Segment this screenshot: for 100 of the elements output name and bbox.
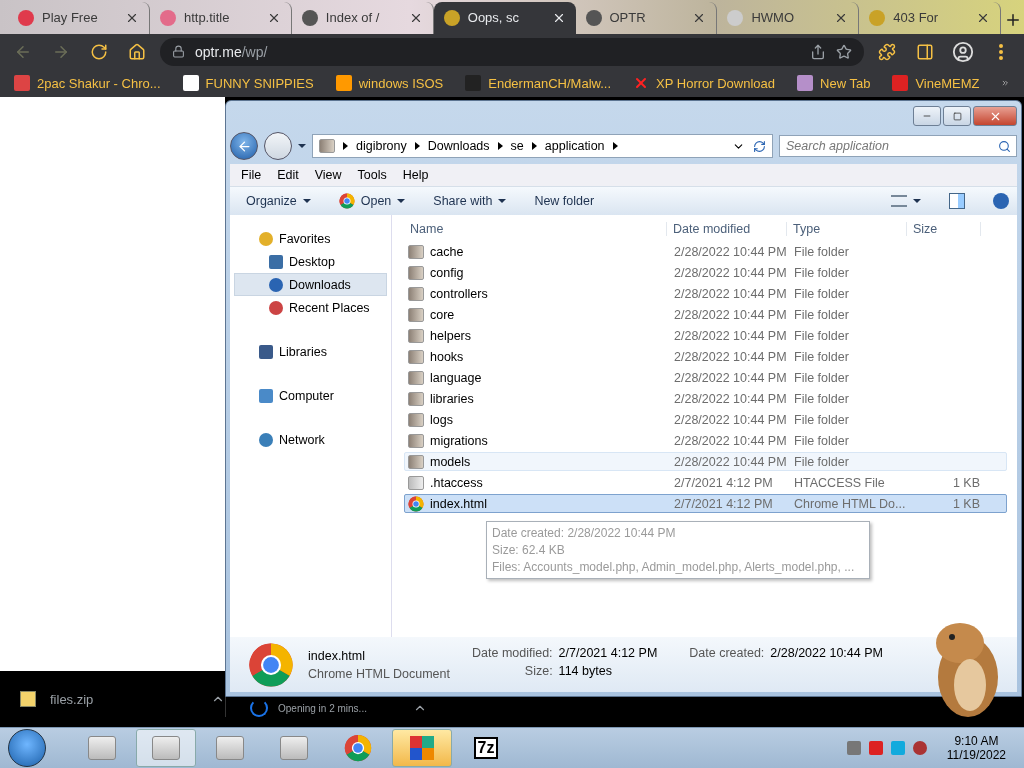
folder-icon [408, 244, 424, 259]
date-cell-text: 2/28/2022 10:44 PM [673, 307, 788, 322]
nav-item[interactable]: Recent Places [234, 296, 387, 319]
nav-item[interactable]: Network [234, 428, 387, 451]
browser-tab[interactable]: Play Free [8, 1, 150, 34]
breadcrumb-item[interactable]: application [544, 139, 605, 153]
file-name: config [430, 265, 464, 280]
browser-tab[interactable]: Index of / [291, 1, 434, 34]
bookmark-link[interactable]: New Tab [797, 75, 871, 92]
file-row[interactable]: language 2/28/2022 10:44 PM File folder [404, 368, 1007, 387]
menu-item[interactable]: Help [395, 168, 436, 182]
close-button[interactable] [973, 106, 1017, 126]
arrow-icon[interactable] [343, 142, 348, 150]
toolbar-button[interactable]: New folder [526, 194, 603, 208]
detail-value: 2/28/2022 10:44 PM [770, 646, 883, 660]
maximize-button[interactable] [943, 106, 971, 126]
file-row[interactable]: cache 2/28/2022 10:44 PM File folder [404, 242, 1007, 261]
start-button[interactable] [8, 729, 46, 768]
file-row[interactable]: controllers 2/28/2022 10:44 PM File folder [404, 284, 1007, 303]
browser-tab[interactable]: OPTR [575, 1, 718, 34]
browser-tab[interactable]: 403 For [859, 1, 1002, 34]
menu-item[interactable]: File [234, 168, 269, 182]
nav-item[interactable]: Computer [234, 384, 387, 407]
bookmark-link[interactable]: windows ISOS [335, 75, 444, 92]
browser-tab[interactable]: Oops, sc [433, 1, 576, 34]
bookmark-icon [797, 75, 814, 92]
nav-item[interactable]: Favorites [234, 227, 387, 250]
caret-icon [397, 199, 406, 203]
column-header[interactable]: Size [907, 221, 981, 236]
file-row[interactable]: config 2/28/2022 10:44 PM File folder [404, 263, 1007, 282]
arrow-icon[interactable] [531, 142, 537, 150]
column-header[interactable]: Name [404, 221, 667, 236]
browser-tab[interactable]: http.title [149, 1, 292, 34]
menu-icon [999, 43, 1003, 60]
file-row[interactable]: hooks 2/28/2022 10:44 PM File folder [404, 347, 1007, 366]
download-name[interactable]: files.zip [50, 691, 197, 707]
taskbar-button[interactable] [392, 729, 452, 768]
search-field[interactable]: Search application [779, 135, 1017, 157]
arrow-icon[interactable] [414, 142, 420, 150]
breadcrumb-item[interactable]: digibrony [356, 139, 407, 153]
type-cell-text: File folder [793, 328, 850, 343]
minimize-button[interactable] [913, 106, 941, 126]
archiver-logo: 7z [473, 737, 499, 760]
browser-tab[interactable]: HWMO [717, 1, 860, 34]
file-name: controllers [430, 286, 488, 301]
clock[interactable]: 9:10 AM 11/19/2022 [946, 734, 1016, 763]
menu-item[interactable]: View [307, 168, 349, 182]
lock-icon [172, 45, 185, 59]
menu-item[interactable]: Edit [270, 168, 306, 182]
bookmark-link[interactable]: XP Horror Download [633, 75, 776, 92]
file-row[interactable]: logs 2/28/2022 10:44 PM File folder [404, 410, 1007, 429]
address-bar[interactable]: optr.me/wp/ [160, 37, 864, 66]
type-cell-text: Chrome HTML Do... [793, 496, 907, 511]
folder-icon [408, 286, 424, 301]
breadcrumb-item[interactable]: Downloads [427, 139, 490, 153]
arrow-icon[interactable] [612, 142, 618, 150]
tooltip-line: Size: 62.4 KB [492, 543, 566, 557]
taskbar-button[interactable]: 7z [456, 729, 516, 768]
file-name: index.html [430, 496, 487, 511]
bookmark-icon [14, 75, 30, 92]
bookmark-link[interactable]: VineMEMZ [892, 75, 980, 92]
file-row[interactable]: index.html 2/7/2021 4:12 PM Chrome HTML Do... 1 KB [404, 494, 1007, 513]
back-button[interactable] [230, 132, 258, 160]
column-header[interactable]: Date modified [667, 221, 787, 236]
bookmark-link[interactable]: FUNNY SNIPPIES [182, 75, 314, 92]
arrow-icon[interactable] [497, 142, 503, 150]
chrome-logo-icon [248, 641, 294, 688]
nav-item[interactable]: Libraries [234, 340, 387, 363]
bookmark-icon [892, 75, 909, 92]
folder-icon [408, 412, 424, 427]
type-cell-text: File folder [793, 265, 850, 280]
toolbar-button[interactable]: Open [330, 193, 414, 209]
file-row[interactable]: migrations 2/28/2022 10:44 PM File folder [404, 431, 1007, 450]
menu-item[interactable]: Tools [350, 168, 394, 182]
column-header[interactable]: Type [787, 221, 907, 236]
nav-item[interactable]: Desktop [234, 250, 387, 273]
date-cell-text: 2/28/2022 10:44 PM [673, 370, 788, 385]
forward-button[interactable] [264, 132, 292, 160]
breadcrumb-item[interactable]: se [510, 139, 524, 153]
date-cell-text: 2/28/2022 10:44 PM [673, 286, 788, 301]
address-bar[interactable]: digibrony Downloads se application [312, 134, 773, 158]
file-name: index.html [308, 648, 366, 663]
file-name: core [430, 307, 455, 322]
file-row[interactable]: models 2/28/2022 10:44 PM File folder [404, 452, 1007, 471]
search-icon[interactable] [998, 140, 1011, 153]
file-row[interactable]: core 2/28/2022 10:44 PM File folder [404, 305, 1007, 324]
toolbar-button[interactable]: Share with [425, 194, 515, 208]
caret-icon[interactable] [298, 144, 306, 148]
folder-icon [408, 391, 424, 406]
taskbar-button[interactable] [136, 729, 196, 768]
bookmark-link[interactable]: EndermanCH/Malw... [465, 75, 612, 92]
toolbar-button[interactable]: Organize [238, 194, 319, 208]
nav-item[interactable]: Downloads [234, 273, 387, 296]
type-cell-text: File folder [793, 412, 850, 427]
file-type: Chrome HTML Document [308, 666, 451, 681]
file-row[interactable]: helpers 2/28/2022 10:44 PM File folder [404, 326, 1007, 345]
bookmark-link[interactable]: 2pac Shakur - Chro... [14, 75, 161, 92]
file-row[interactable]: libraries 2/28/2022 10:44 PM File folder [404, 389, 1007, 408]
date-cell-text: 2/28/2022 10:44 PM [673, 433, 788, 448]
file-row[interactable]: .htaccess 2/7/2021 4:12 PM HTACCESS File 1 KB [404, 473, 1007, 492]
